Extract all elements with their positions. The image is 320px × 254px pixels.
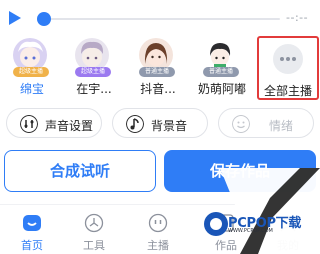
smile-icon <box>232 115 250 133</box>
save-work-button[interactable]: 保存作品 <box>164 150 316 192</box>
anchor-item[interactable]: 超级主播 在宇... <box>64 36 124 102</box>
tab-tools[interactable]: 工具 <box>62 205 126 254</box>
synthesize-preview-button[interactable]: 合成试听 <box>4 150 156 192</box>
voice-settings-button[interactable]: 声音设置 <box>6 108 102 138</box>
background-music-label: 背景音 <box>151 119 188 133</box>
anchor-item[interactable]: 普通主播 抖音... <box>128 36 188 102</box>
anchor-item[interactable]: 超级主播 绵宝 <box>2 36 62 102</box>
anchor-tag: 普通主播 <box>203 67 239 77</box>
more-icon <box>273 44 303 74</box>
anchor-name: 绵宝 <box>19 82 44 96</box>
anchor-name: 抖音... <box>140 82 176 96</box>
audio-player: --:-- <box>0 0 320 36</box>
sliders-icon <box>20 115 38 133</box>
all-anchors-label: 全部主播 <box>263 84 312 98</box>
home-icon <box>23 215 41 231</box>
anchor-item[interactable]: 普通主播 奶萌阿嘟 <box>192 36 252 102</box>
anchor-tag: 超级主播 <box>75 67 111 77</box>
tab-label: 工具 <box>83 239 105 252</box>
emotion-label: 情绪 <box>269 119 294 133</box>
anchor-tag: 超级主播 <box>13 67 49 77</box>
tab-label: 作品 <box>215 239 237 252</box>
play-icon[interactable] <box>8 10 22 26</box>
background-music-button[interactable]: 背景音 <box>112 108 208 138</box>
emotion-button[interactable]: 情绪 <box>218 108 314 138</box>
voice-settings-label: 声音设置 <box>45 119 94 133</box>
tab-label: 主播 <box>147 239 169 252</box>
anchor-name: 奶萌阿嘟 <box>197 82 246 96</box>
anchor-tag: 普通主播 <box>139 67 175 77</box>
time-display: --:-- <box>286 11 309 24</box>
tab-home[interactable]: 首页 <box>0 205 64 254</box>
tab-label: 首页 <box>21 239 43 252</box>
watermark-subtext: WWW.PCPOP.COM <box>228 228 273 234</box>
tools-icon <box>84 213 104 233</box>
progress-knob[interactable] <box>37 12 51 26</box>
tab-label: 我的 <box>277 239 299 252</box>
anchor-icon <box>148 213 168 233</box>
tab-anchor[interactable]: 主播 <box>126 205 190 254</box>
progress-track[interactable] <box>44 18 280 20</box>
anchor-name: 在宇... <box>76 82 112 96</box>
music-note-icon <box>126 115 144 133</box>
settings-row: 声音设置 背景音 情绪 <box>0 108 320 140</box>
all-anchors-button[interactable]: 全部主播 <box>257 36 319 100</box>
